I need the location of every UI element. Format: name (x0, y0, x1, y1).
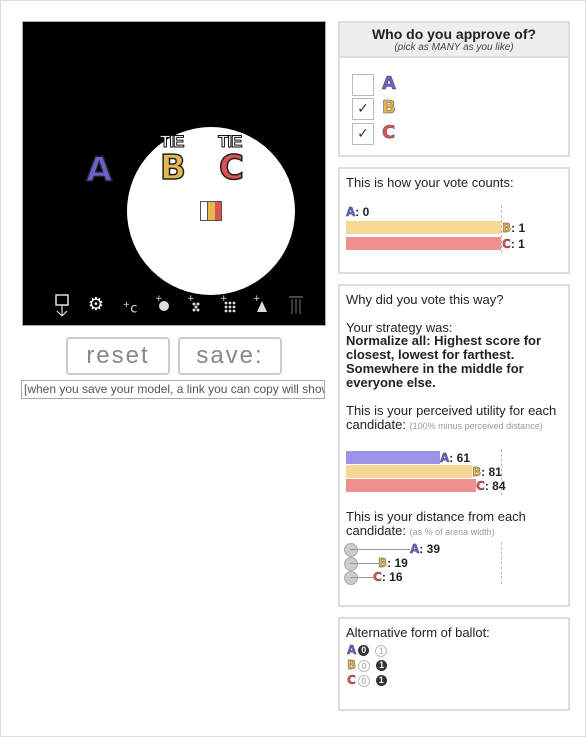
alt-letter-a: A (347, 643, 357, 657)
distance-line-c (350, 577, 374, 578)
utility-bar-c (346, 479, 476, 492)
ballot-panel: Who do you approve of? (pick as MANY as … (338, 21, 570, 157)
ballot-letter-c: C (382, 122, 396, 144)
checkbox-c[interactable]: ✓ (352, 123, 374, 145)
distance-label: This is your distance from each candidat… (346, 509, 526, 538)
counts-title: This is how your vote counts: (346, 175, 514, 190)
checkbox-a[interactable] (352, 74, 374, 96)
count-bar-b (346, 221, 501, 234)
count-label-c: C: 1 (502, 237, 525, 251)
voter-tool-icon[interactable] (49, 292, 75, 320)
count-label-a: A: 0 (346, 205, 370, 219)
distance-line-b (350, 563, 380, 564)
utility-bar-a (346, 451, 440, 464)
ballot-title: Who do you approve of? (371, 26, 537, 42)
distance-label-c: C: 16 (373, 570, 403, 584)
grid-icon[interactable]: + (216, 292, 242, 320)
triangle-icon[interactable]: + (249, 292, 275, 320)
distance-label-a: A: 39 (410, 542, 440, 556)
gear-icon[interactable]: ⚙ (83, 292, 109, 320)
alt-one-b: 1 (376, 660, 388, 672)
alt-row-a: A01 (347, 643, 388, 657)
alt-row-c: C01 (347, 673, 387, 687)
candidate-c[interactable]: C (218, 150, 244, 186)
alt-zero-b: 0 (358, 659, 371, 672)
distance-max-line (501, 542, 502, 584)
distance-origin-b (344, 557, 358, 571)
alt-row-b: B01 (347, 658, 388, 672)
saved-link-field[interactable]: [when you save your model, a link you ca… (21, 380, 325, 399)
svg-text:+: + (253, 294, 261, 304)
alt-zero-a: 0 (358, 645, 370, 657)
why-panel: Why did you vote this way? Your strategy… (338, 284, 570, 607)
ballot-subtitle: (pick as MANY as you like) (394, 42, 514, 53)
alt-title: Alternative form of ballot: (346, 625, 490, 640)
candidate-b[interactable]: B (159, 150, 186, 186)
voting-arena[interactable]: TIE TIE A B C ⚙ +c + + + + (22, 21, 326, 326)
why-title: Why did you vote this way? (346, 292, 504, 307)
reset-button[interactable]: reset (66, 337, 170, 375)
count-bar-c (346, 237, 501, 250)
vote-counts-panel: This is how your vote counts: A: 0 B: 1 … (338, 167, 570, 274)
alt-letter-c: C (347, 673, 356, 687)
utility-label-b: B: 81 (472, 465, 502, 479)
alt-zero-c: 0 (357, 674, 370, 687)
utility-label-a: A: 61 (440, 451, 470, 465)
alt-one-a: 1 (375, 644, 388, 657)
add-candidate-icon[interactable]: +c (117, 292, 143, 320)
distance-label-b: B: 19 (378, 556, 408, 570)
ballot-header: Who do you approve of? (pick as MANY as … (340, 23, 568, 58)
alt-ballot-panel: Alternative form of ballot: A01 B01 C01 (338, 617, 570, 711)
count-label-b: B: 1 (502, 221, 526, 235)
utility-bar-b (346, 465, 472, 478)
distance-line-a (350, 549, 410, 550)
utility-label-c: C: 84 (476, 479, 506, 493)
bars-icon[interactable] (283, 292, 309, 320)
ballot-letter-b: B (382, 97, 396, 119)
distance-origin-c (344, 571, 358, 585)
save-button[interactable]: save: (178, 337, 282, 375)
alt-one-c: 1 (375, 675, 387, 687)
scatter-icon[interactable]: + (183, 292, 209, 320)
bubble-icon[interactable]: + (150, 292, 176, 320)
voter-marker[interactable] (200, 201, 222, 221)
arena-toolbar: ⚙ +c + + + + (49, 292, 319, 322)
distance-origin-a (344, 543, 358, 557)
alt-letter-b: B (347, 658, 357, 672)
checkbox-b[interactable]: ✓ (352, 98, 374, 120)
utility-label: This is your perceived utility for each … (346, 403, 557, 432)
svg-text:+: + (187, 294, 195, 304)
strategy-text: Normalize all: Highest score for closest… (346, 333, 542, 390)
ballot-letter-a: A (382, 73, 397, 95)
candidate-a[interactable]: A (85, 152, 113, 188)
